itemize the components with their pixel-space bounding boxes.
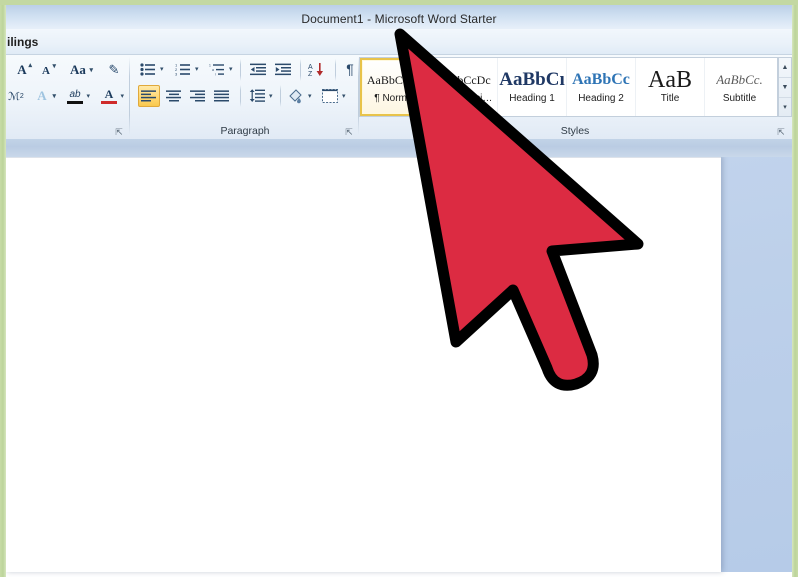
- tab-mailings[interactable]: ilings: [1, 34, 44, 50]
- style-name: ¶ Normal: [374, 92, 415, 104]
- group-separator: [240, 85, 241, 107]
- align-right-icon[interactable]: [187, 85, 209, 107]
- align-right-glyph: [190, 89, 205, 101]
- numbering-glyph: 1 2 3: [175, 63, 190, 76]
- style-preview: AaBbCcDc: [366, 72, 423, 87]
- group-separator: [129, 57, 130, 135]
- text-effects-icon[interactable]: A ▾: [31, 85, 56, 107]
- borders-icon[interactable]: [320, 85, 340, 107]
- style-name: Heading 2: [578, 92, 624, 104]
- style-preview: AaBbCcDc: [435, 72, 491, 87]
- decrease-indent-glyph: [249, 63, 266, 75]
- justify-icon[interactable]: [211, 85, 233, 107]
- window-title: Document1 - Microsoft Word Starter: [301, 12, 497, 26]
- paragraph-group-label: Paragraph: [220, 125, 270, 137]
- group-separator: [335, 59, 336, 81]
- group-separator: [280, 85, 281, 107]
- styles-scroll-up-icon[interactable]: ▲: [779, 58, 791, 78]
- svg-text:1: 1: [209, 63, 211, 67]
- shading-glyph: [288, 88, 302, 103]
- style-item-no-spacing[interactable]: AaBbCcDc ¶ No Spaci…: [429, 58, 498, 116]
- multilevel-list-glyph: 1 a i: [209, 63, 224, 76]
- document-workspace: [5, 156, 793, 572]
- styles-scroll-down-icon[interactable]: ▼: [779, 78, 791, 98]
- svg-text:A: A: [308, 64, 313, 71]
- styles-group-label: Styles: [560, 125, 590, 137]
- align-center-icon[interactable]: [163, 85, 185, 107]
- paragraph-dialog-launcher-icon[interactable]: ⇱: [343, 126, 355, 138]
- style-preview: AaBbCc.: [716, 71, 763, 87]
- style-item-subtitle[interactable]: AaBbCc. Subtitle: [705, 58, 774, 116]
- shading-caret-icon[interactable]: ▾: [308, 93, 312, 100]
- ruler[interactable]: [5, 137, 793, 157]
- sort-glyph: A Z: [308, 62, 323, 77]
- styles-gallery[interactable]: AaBbCcDc ¶ Normal AaBbCcDc ¶ No Spaci… A…: [359, 57, 778, 117]
- justify-glyph: [214, 89, 229, 101]
- style-name: ¶ No Spaci…: [433, 92, 493, 104]
- ribbon-tab-strip: ilings: [5, 29, 793, 55]
- change-case-icon[interactable]: Aa ▾: [65, 59, 93, 81]
- align-left-glyph: [141, 89, 156, 101]
- style-preview: AaBbCc: [572, 70, 630, 88]
- document-page[interactable]: [5, 156, 721, 572]
- sort-icon[interactable]: A Z: [307, 59, 327, 79]
- font-color-icon[interactable]: A ▾: [97, 85, 124, 107]
- svg-text:Z: Z: [308, 71, 313, 77]
- svg-text:3: 3: [175, 71, 178, 75]
- shading-icon[interactable]: [286, 85, 306, 107]
- window-frame-top: [0, 0, 798, 5]
- align-center-glyph: [166, 89, 181, 101]
- text-highlight-color-icon[interactable]: ab ▾: [63, 85, 90, 107]
- style-name: Heading 1: [509, 92, 555, 104]
- group-separator: [300, 59, 301, 81]
- numbering-caret-icon[interactable]: ▾: [195, 66, 199, 73]
- align-left-icon[interactable]: [138, 85, 160, 107]
- superscript-icon[interactable]: ℳ2: [5, 85, 27, 107]
- style-item-heading-2[interactable]: AaBbCc Heading 2: [567, 58, 636, 116]
- style-preview: AaB: [648, 70, 692, 89]
- multilevel-list-icon[interactable]: 1 a i: [208, 60, 226, 78]
- svg-text:i: i: [215, 72, 216, 76]
- style-preview: AaBbCı: [499, 70, 565, 89]
- borders-glyph: [322, 89, 338, 103]
- window-frame-left: [0, 0, 6, 577]
- decrease-indent-icon[interactable]: [248, 60, 268, 78]
- style-item-heading-1[interactable]: AaBbCı Heading 1: [498, 58, 567, 116]
- word-starter-window: Document1 - Microsoft Word Starter iling…: [0, 0, 798, 577]
- line-spacing-icon[interactable]: [247, 85, 267, 107]
- increase-indent-icon[interactable]: [273, 60, 293, 78]
- borders-caret-icon[interactable]: ▾: [342, 93, 346, 100]
- styles-dialog-launcher-icon[interactable]: ⇱: [775, 126, 787, 138]
- shrink-font-icon[interactable]: A ▾: [35, 60, 57, 81]
- line-spacing-caret-icon[interactable]: ▾: [269, 93, 273, 100]
- numbering-icon[interactable]: 1 2 3: [174, 60, 192, 78]
- increase-indent-glyph: [274, 63, 291, 75]
- bullets-icon[interactable]: [139, 60, 157, 78]
- font-dialog-launcher-icon[interactable]: ⇱: [113, 126, 125, 138]
- line-spacing-glyph: [249, 89, 265, 102]
- style-name: Title: [660, 92, 680, 104]
- multilevel-list-caret-icon[interactable]: ▾: [229, 66, 233, 73]
- clear-formatting-icon[interactable]: ✎: [103, 59, 125, 81]
- styles-gallery-scrollbar[interactable]: ▲ ▼ ▾: [778, 57, 792, 117]
- styles-more-icon[interactable]: ▾: [779, 98, 791, 117]
- style-item-normal[interactable]: AaBbCcDc ¶ Normal: [360, 58, 429, 116]
- grow-font-icon[interactable]: A ▴: [11, 59, 33, 81]
- style-item-title[interactable]: AaB Title: [636, 58, 705, 116]
- bullets-caret-icon[interactable]: ▾: [160, 66, 164, 73]
- show-formatting-marks-icon[interactable]: ¶: [341, 59, 359, 79]
- bullets-glyph: [140, 62, 155, 76]
- window-frame-right: [792, 0, 798, 577]
- group-separator: [240, 59, 241, 81]
- svg-text:a: a: [212, 68, 214, 72]
- style-name: Subtitle: [722, 92, 757, 104]
